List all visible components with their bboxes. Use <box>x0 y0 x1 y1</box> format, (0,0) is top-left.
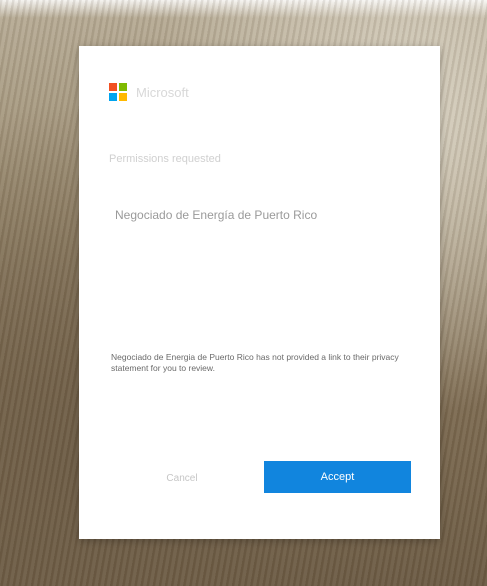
cancel-button[interactable]: Cancel <box>158 463 206 493</box>
permissions-heading: Permissions requested <box>109 153 221 165</box>
microsoft-logo-icon <box>109 83 127 101</box>
privacy-app-name: Negociado de Energia de <box>111 352 207 362</box>
consent-dialog: Microsoft Permissions requested Negociad… <box>79 46 440 539</box>
logo-text: Microsoft <box>136 84 189 100</box>
accept-button[interactable]: Accept <box>264 461 411 493</box>
microsoft-logo-row: Microsoft <box>109 82 189 102</box>
app-name: Negociado de Energía de Puerto Rico <box>115 208 318 222</box>
privacy-notice: Negociado de Energia de Puerto Rico has … <box>111 352 411 374</box>
